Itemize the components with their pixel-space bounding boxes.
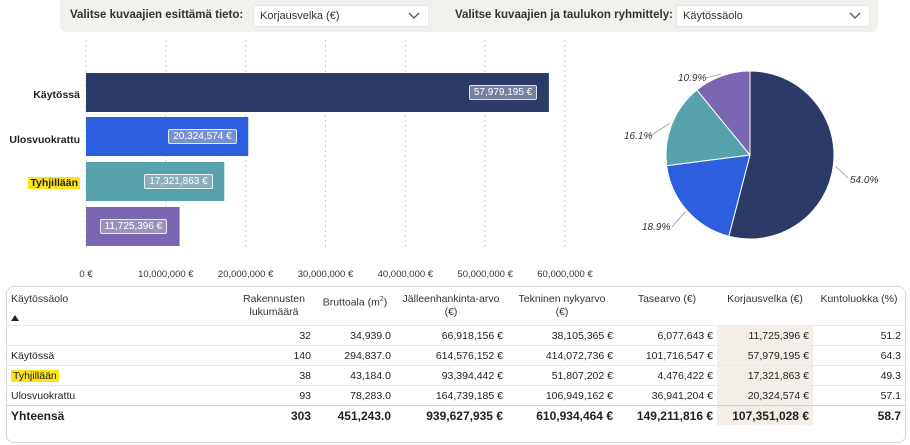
- pie-leader-line: [649, 122, 671, 137]
- column-header-repair-debt[interactable]: Korjausvelka (€): [717, 287, 813, 326]
- bar-chart: Käytössä Ulosvuokrattu Tyhjillään 57,979…: [0, 40, 600, 280]
- table-cell: 64.3: [813, 345, 905, 366]
- table-cell: 93,394,442 €: [395, 365, 507, 386]
- table-total-row: Yhteensä 303 451,243.0 939,627,935 €610,934…: [7, 405, 905, 425]
- table-row-kaytossa[interactable]: Käytössä 140 294,837.0 614,576,152 €414,072…: [7, 345, 905, 366]
- sort-ascending-icon[interactable]: [11, 315, 19, 321]
- bar-chart-plot: [85, 40, 566, 250]
- pie-chart: 10.9% 16.1% 18.9% 54.0%: [600, 60, 910, 260]
- pie-label-tyhjillaan: 16.1%: [624, 131, 653, 142]
- table-total-cell: 58.7: [813, 405, 905, 425]
- pie-leader-line: [835, 165, 849, 179]
- data-filter-label: Valitse kuvaajien esittämä tieto:: [70, 9, 244, 21]
- filter-bar: Valitse kuvaajien esittämä tieto: Korjau…: [60, 0, 878, 32]
- table-cell: 101,716,547 €: [617, 345, 717, 366]
- pie-label-unnamed: 10.9%: [678, 73, 707, 84]
- data-table: Käytössäolo Rakennusten lukumäärä Brutto…: [6, 286, 906, 443]
- table-cell: Tyhjillään: [7, 365, 233, 386]
- table-total-cell: 149,211,816 €: [617, 405, 717, 425]
- bar-value-label: 57,979,195 €: [468, 85, 538, 100]
- bar-value-label: 20,324,574 €: [168, 129, 237, 144]
- table-cell: 66,918,156 €: [395, 325, 507, 346]
- table-total-cell: Yhteensä: [7, 405, 233, 425]
- table-cell: 32: [233, 325, 315, 346]
- table-cell: 93: [233, 385, 315, 406]
- table-cell: 294,837.0: [315, 345, 395, 366]
- table-total-cell: 451,243.0: [315, 405, 395, 425]
- table-cell: [7, 325, 233, 346]
- table-cell: 34,939.0: [315, 325, 395, 346]
- column-header-kaytossaolo[interactable]: Käytössäolo: [7, 287, 233, 326]
- table-cell: 43,184.0: [315, 365, 395, 386]
- table-total-cell: 939,627,935 €: [395, 405, 507, 425]
- table-cell: 140: [233, 345, 315, 366]
- pie-leader-line: [671, 211, 686, 228]
- data-select-value: Korjausvelka (€): [260, 10, 340, 22]
- table-cell: 20,324,574 €: [717, 385, 813, 406]
- bar-label-tyhjillaan: Tyhjillään: [28, 177, 80, 189]
- data-select[interactable]: Korjausvelka (€): [253, 5, 429, 27]
- grouping-select-value: Käytössäolo: [683, 10, 743, 22]
- table-cell: Käytössä: [7, 345, 233, 366]
- table-cell: 78,283.0: [315, 385, 395, 406]
- x-axis-tick: 10,000,000 €: [138, 269, 194, 280]
- column-header-gross-area[interactable]: Bruttoala (m2): [315, 287, 395, 326]
- chevron-down-icon: [408, 12, 420, 19]
- pie-label-kaytossa: 54.0%: [850, 175, 879, 186]
- bar-label-ulosvuokrattu: Ulosvuokrattu: [9, 134, 80, 146]
- x-axis-tick: 50,000,000 €: [457, 269, 513, 280]
- table-cell: 11,725,396 €: [717, 325, 813, 346]
- table-cell: 106,949,162 €: [507, 385, 617, 406]
- table-cell: 38,105,365 €: [507, 325, 617, 346]
- table-cell: 6,077,643 €: [617, 325, 717, 346]
- table-row-unnamed[interactable]: 32 34,939.0 66,918,156 €38,105,365 €6,077,…: [7, 325, 905, 346]
- grouping-select[interactable]: Käytössäolo: [676, 5, 870, 27]
- table-cell: 164,739,185 €: [395, 385, 507, 406]
- column-header-book-value[interactable]: Tasearvo (€): [617, 287, 717, 326]
- table-row-ulosvuokrattu[interactable]: Ulosvuokrattu 93 78,283.0 164,739,185 €106,…: [7, 385, 905, 406]
- table-header-row: Käytössäolo Rakennusten lukumäärä Brutto…: [7, 287, 905, 326]
- table-cell: Ulosvuokrattu: [7, 385, 233, 406]
- column-header-condition[interactable]: Kuntoluokka (%): [813, 287, 905, 326]
- column-header-count[interactable]: Rakennusten lukumäärä: [233, 287, 315, 326]
- table-cell: 57,979,195 €: [717, 345, 813, 366]
- table-cell: 414,072,736 €: [507, 345, 617, 366]
- x-axis-tick: 60,000,000 €: [537, 269, 593, 280]
- table-cell: 614,576,152 €: [395, 345, 507, 366]
- grouping-filter-label: Valitse kuvaajien ja taulukon ryhmittely…: [455, 9, 673, 21]
- table-cell: 38: [233, 365, 315, 386]
- bar-label-kaytossa: Käytössä: [33, 89, 80, 101]
- table-total-cell: 107,351,028 €: [717, 405, 813, 425]
- bar-value-label: 17,321,863 €: [144, 174, 213, 189]
- column-header-technical-value[interactable]: Tekninen nykyarvo (€): [507, 287, 617, 326]
- table-total-cell: 303: [233, 405, 315, 425]
- table-cell: 51.2: [813, 325, 905, 346]
- x-axis-tick: 40,000,000 €: [377, 269, 434, 280]
- chevron-down-icon: [849, 12, 861, 19]
- x-axis-tick: 30,000,000 €: [297, 269, 354, 280]
- table-cell: 49.3: [813, 365, 905, 386]
- table-row-tyhjillaan[interactable]: Tyhjillään 38 43,184.0 93,394,442 €51,807,2…: [7, 365, 905, 386]
- pie-label-ulosvuokrattu: 18.9%: [642, 222, 671, 233]
- table-cell: 57.1: [813, 385, 905, 406]
- table-total-cell: 610,934,464 €: [507, 405, 617, 425]
- table-cell: 4,476,422 €: [617, 365, 717, 386]
- bar-value-label: 11,725,396 €: [99, 219, 168, 234]
- column-header-replacement-value[interactable]: Jälleenhankinta-arvo (€): [395, 287, 507, 326]
- table-cell: 36,941,204 €: [617, 385, 717, 406]
- x-axis-tick: 20,000,000 €: [217, 269, 274, 280]
- x-axis-tick: 0 €: [79, 269, 93, 280]
- table-cell: 51,807,202 €: [507, 365, 617, 386]
- table-cell: 17,321,863 €: [717, 365, 813, 386]
